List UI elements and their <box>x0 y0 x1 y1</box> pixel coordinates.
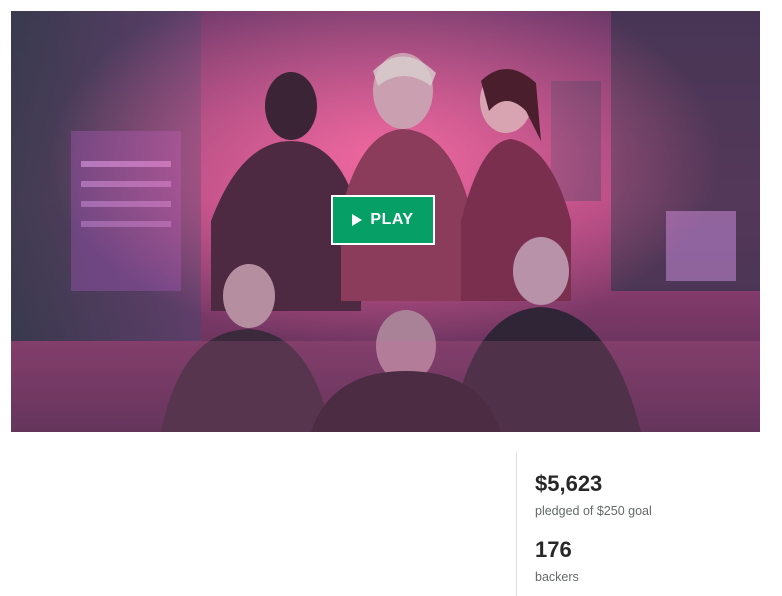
backers-label: backers <box>535 570 579 584</box>
play-button[interactable]: PLAY <box>331 195 435 245</box>
stats-divider <box>516 452 517 596</box>
pledged-label: pledged of $250 goal <box>535 504 652 518</box>
pledged-amount: $5,623 <box>535 471 603 496</box>
campaign-page: PLAY $5,623 pledged of $250 goal 176 bac… <box>0 0 782 596</box>
pledged-stat: $5,623 pledged of $250 goal <box>535 471 652 519</box>
backers-stat: 176 backers <box>535 537 579 585</box>
play-triangle-icon <box>352 214 363 226</box>
backers-count: 176 <box>535 537 572 562</box>
play-button-label: PLAY <box>370 211 414 228</box>
project-video[interactable]: PLAY <box>11 11 760 432</box>
